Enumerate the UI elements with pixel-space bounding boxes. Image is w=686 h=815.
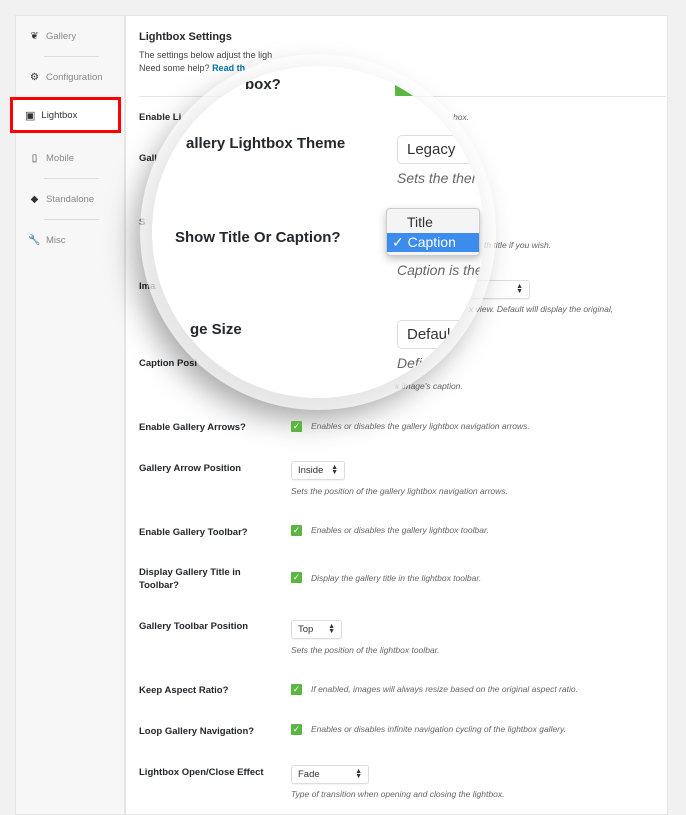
intro-text: The settings below adjust the ligh bbox=[139, 50, 273, 60]
select-arrows-icon: ▲ ▼ bbox=[355, 768, 362, 780]
arrows-desc: Enables or disables the gallery lightbox… bbox=[311, 421, 530, 431]
checkmark-icon: ✓ bbox=[392, 234, 408, 250]
lightbox-icon: ▣ bbox=[25, 109, 36, 122]
effect-desc: Type of transition when opening and clos… bbox=[291, 789, 505, 799]
enable-lightbox-desc: box. bbox=[453, 112, 470, 122]
zoom-theme-select[interactable]: Legacy bbox=[397, 135, 484, 164]
toolbar-position-select[interactable]: Top ▲ ▼ bbox=[291, 620, 342, 639]
select-arrows-icon: ▲ ▼ bbox=[516, 283, 523, 295]
toolbar-title-desc: Display the gallery title in the lightbo… bbox=[311, 573, 482, 583]
zoom-enable-checkbox[interactable] bbox=[395, 78, 413, 96]
zoom-title-desc: Caption is the bbox=[397, 262, 483, 278]
magnifier: box? allery Lightbox Theme Legacy Sets t… bbox=[152, 66, 484, 398]
leaf-icon: ❦ bbox=[30, 30, 39, 42]
tab-standalone[interactable]: ◆ Standalone bbox=[16, 179, 124, 219]
select-arrows-icon: ▲ ▼ bbox=[328, 623, 335, 635]
enable-lightbox-label: Enable Li bbox=[139, 112, 182, 123]
toolbar-checkbox[interactable]: ✓ bbox=[291, 525, 302, 536]
docs-link[interactable]: Read th bbox=[212, 63, 245, 73]
loop-label: Loop Gallery Navigation? bbox=[139, 726, 255, 737]
toolbar-title-label: Display Gallery Title in Toolbar? bbox=[139, 567, 241, 591]
zoom-size-select[interactable]: Defaul bbox=[397, 320, 484, 349]
toolbar-desc: Enables or disables the gallery lightbox… bbox=[311, 525, 489, 535]
toolbar-position-label: Gallery Toolbar Position bbox=[139, 621, 249, 632]
aspect-desc: If enabled, images will always resize ba… bbox=[311, 684, 578, 694]
select-arrows-icon: ▲ ▼ bbox=[331, 464, 338, 476]
tab-mobile[interactable]: ▯ Mobile bbox=[16, 138, 124, 178]
toolbar-title-checkbox[interactable]: ✓ bbox=[291, 572, 302, 583]
caption-position-desc: x image's caption. bbox=[395, 381, 463, 391]
zoom-enable-label: box? bbox=[245, 76, 281, 93]
tab-misc[interactable]: 🔧 Misc bbox=[16, 220, 124, 260]
mobile-icon: ▯ bbox=[31, 152, 38, 164]
tab-lightbox[interactable]: ▣ Lightbox bbox=[10, 97, 121, 133]
page-title: Lightbox Settings bbox=[139, 31, 232, 43]
zoom-size-label: ge Size bbox=[190, 321, 242, 338]
toolbar-position-desc: Sets the position of the lightbox toolba… bbox=[291, 645, 440, 655]
toolbar-label: Enable Gallery Toolbar? bbox=[139, 527, 248, 538]
arrow-position-select[interactable]: Inside ▲ ▼ bbox=[291, 461, 345, 480]
zoom-size-desc: Defi bbox=[397, 355, 422, 371]
aspect-checkbox[interactable]: ✓ bbox=[291, 684, 302, 695]
arrows-label: Enable Gallery Arrows? bbox=[139, 422, 246, 433]
gear-icon: ⚙ bbox=[30, 71, 39, 83]
title-caption-desc: th title if you wish. bbox=[484, 240, 552, 250]
loop-desc: Enables or disables infinite navigation … bbox=[311, 724, 566, 734]
title-caption-dropdown[interactable]: Title ✓ Caption bbox=[386, 208, 480, 256]
tab-gallery[interactable]: ❦ Gallery bbox=[16, 16, 124, 56]
option-title[interactable]: Title bbox=[387, 213, 479, 232]
loop-checkbox[interactable]: ✓ bbox=[291, 724, 302, 735]
caption-position-label: Caption Posi bbox=[139, 358, 198, 369]
arrows-checkbox[interactable]: ✓ bbox=[291, 421, 302, 432]
arrow-position-desc: Sets the position of the gallery lightbo… bbox=[291, 486, 508, 496]
standalone-icon: ◆ bbox=[30, 193, 39, 205]
image-size-label: Ima bbox=[139, 281, 156, 292]
zoom-theme-label: allery Lightbox Theme bbox=[186, 135, 346, 152]
tab-configuration[interactable]: ⚙ Configuration bbox=[16, 57, 124, 97]
zoom-theme-desc: Sets the then bbox=[397, 170, 480, 186]
wrench-icon: 🔧 bbox=[28, 234, 41, 246]
aspect-label: Keep Aspect Ratio? bbox=[139, 685, 229, 696]
arrow-position-label: Gallery Arrow Position bbox=[139, 463, 242, 474]
zoom-title-label: Show Title Or Caption? bbox=[175, 229, 341, 246]
image-size-desc: x view. Default will display the origina… bbox=[469, 304, 614, 314]
effect-select[interactable]: Fade ▲ ▼ bbox=[291, 765, 369, 784]
settings-tabs: ❦ Gallery ⚙ Configuration ▯ Mobile ◆ Standal… bbox=[15, 15, 125, 815]
theme-label: Gall bbox=[139, 153, 157, 164]
title-caption-label: S bbox=[139, 217, 146, 228]
effect-label: Lightbox Open/Close Effect bbox=[139, 767, 264, 778]
help-text: Need some help? Read th bbox=[139, 63, 246, 73]
option-caption[interactable]: ✓ Caption bbox=[387, 233, 479, 252]
